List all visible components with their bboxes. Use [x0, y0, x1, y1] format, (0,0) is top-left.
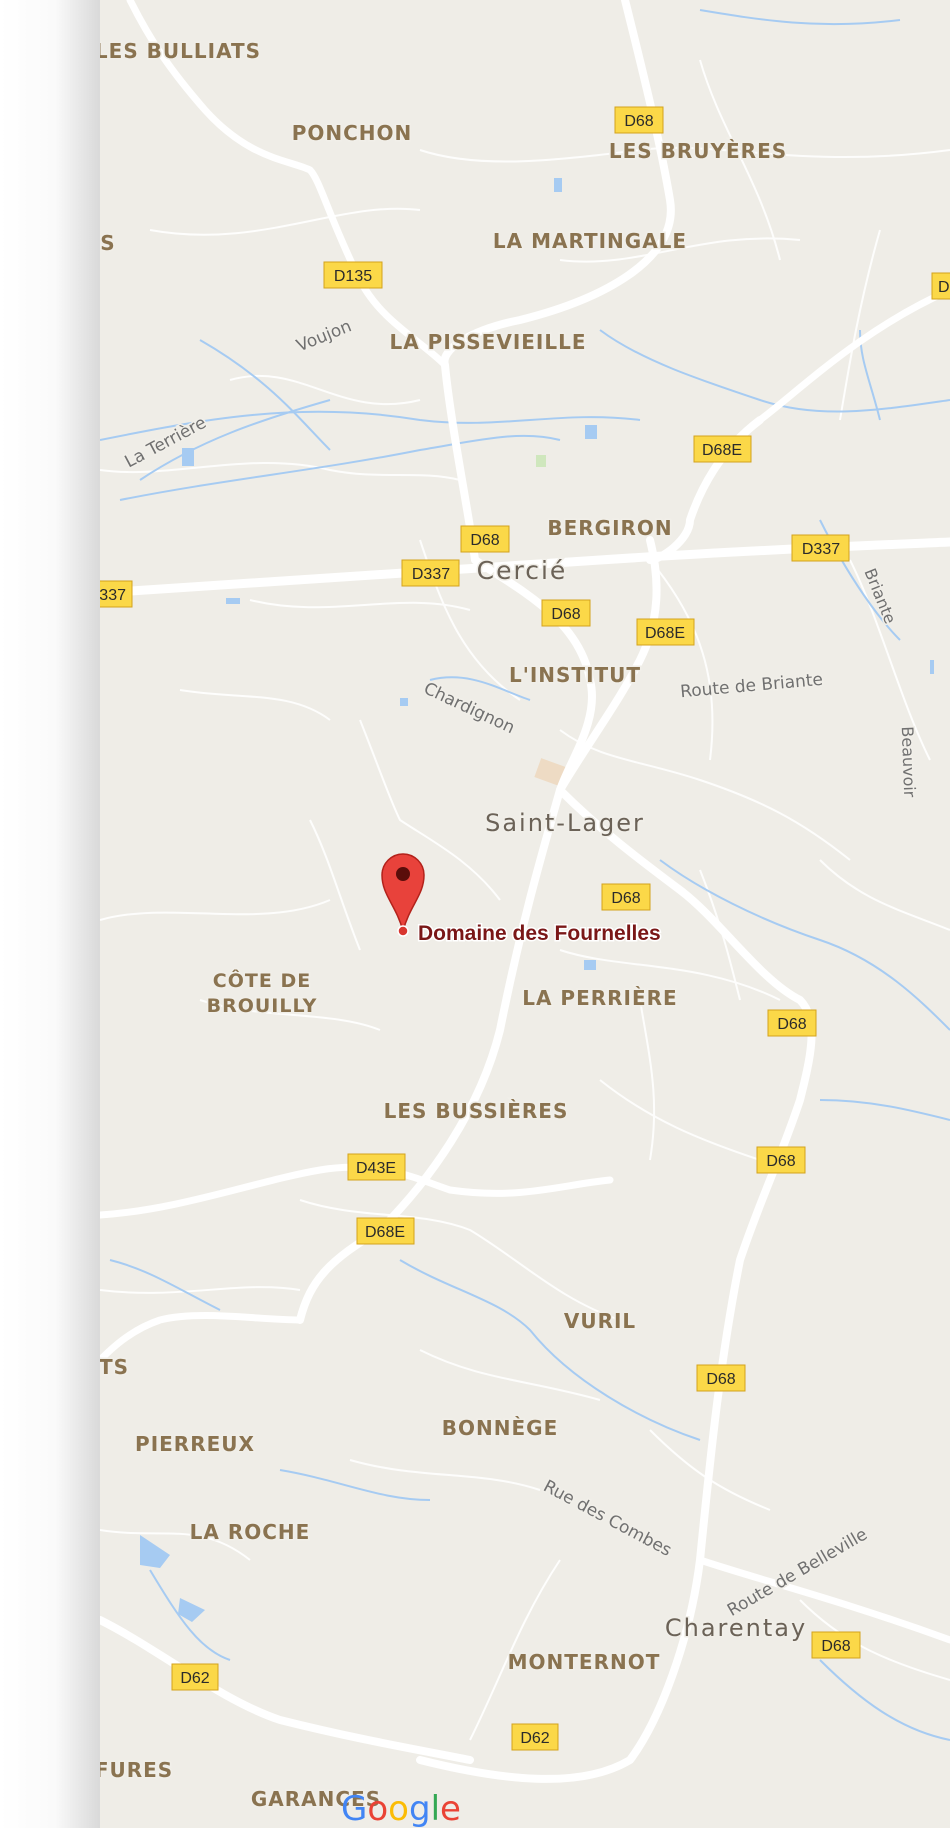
svg-text:D68: D68: [624, 113, 653, 130]
road-shield: D62: [511, 1723, 559, 1751]
svg-text:D68: D68: [551, 606, 580, 623]
place-label: PIERREUX: [135, 1432, 255, 1456]
place-label: FURES: [100, 1758, 173, 1782]
svg-text:D62: D62: [180, 1670, 209, 1687]
place-label: S: [100, 231, 115, 255]
svg-text:D337: D337: [412, 566, 450, 583]
road-shield: D68: [601, 883, 651, 911]
town-label: Saint-Lager: [485, 809, 645, 837]
svg-text:D68: D68: [611, 890, 640, 907]
svg-text:D68: D68: [821, 1638, 850, 1655]
svg-text:D43E: D43E: [356, 1160, 396, 1177]
svg-text:D68: D68: [766, 1153, 795, 1170]
place-label: BONNÈGE: [442, 1416, 558, 1440]
place-label: BERGIRON: [547, 516, 672, 540]
road-shield: D68E: [356, 1217, 415, 1245]
street-label: Beauvoir: [898, 726, 919, 798]
place-label: MONTERNOT: [508, 1650, 661, 1674]
road-shield: D337: [791, 534, 850, 562]
road-shield: D68E: [693, 435, 752, 463]
road-shield: D68: [756, 1146, 806, 1174]
park-patch: [536, 455, 546, 467]
road-shield: D62: [171, 1663, 219, 1691]
place-label: TS: [100, 1355, 129, 1379]
side-panel-shadow: [0, 0, 100, 1828]
road-shield: D68: [696, 1364, 746, 1392]
place-label: BROUILLY: [207, 995, 318, 1017]
svg-text:D68: D68: [470, 532, 499, 549]
google-logo: Google: [341, 1789, 461, 1828]
place-label: LES BRUYÈRES: [609, 139, 787, 163]
place-label: PONCHON: [292, 121, 413, 145]
place-label: CÔTE DE: [213, 968, 311, 992]
svg-text:D62: D62: [520, 1730, 549, 1747]
place-label: LA MARTINGALE: [493, 229, 687, 253]
road-shield: D43E: [347, 1153, 406, 1181]
place-label: LES BUSSIÈRES: [384, 1099, 569, 1123]
road-shield: D68E: [636, 618, 695, 646]
road-shield: D135: [323, 261, 383, 289]
svg-text:D: D: [938, 279, 950, 296]
svg-text:337: 337: [100, 587, 126, 604]
road-shield: D68: [767, 1009, 817, 1037]
place-label: VURIL: [564, 1309, 636, 1333]
svg-text:D135: D135: [334, 268, 372, 285]
road-shield: D68: [460, 525, 510, 553]
road-shield: 337: [100, 580, 133, 608]
road-shield: D68: [541, 599, 591, 627]
place-label: LA PISSEVIEILLE: [389, 330, 586, 354]
marker-label[interactable]: Domaine des Fournelles: [417, 921, 663, 947]
road-shield: D68: [811, 1631, 861, 1659]
place-label: LA PERRIÈRE: [522, 986, 677, 1010]
place-label: L'INSTITUT: [509, 663, 641, 687]
svg-text:D337: D337: [802, 541, 840, 558]
svg-text:D68E: D68E: [645, 625, 685, 642]
road-shield: D: [931, 272, 950, 300]
town-label: Cercié: [477, 556, 568, 585]
svg-text:D68: D68: [777, 1016, 806, 1033]
map-canvas[interactable]: LES BULLIATS PONCHON LES BRUYÈRES LA MAR…: [100, 0, 950, 1828]
road-shield: D68: [614, 106, 664, 134]
svg-text:D68E: D68E: [365, 1224, 405, 1241]
svg-text:D68: D68: [706, 1371, 735, 1388]
svg-text:D68E: D68E: [702, 442, 742, 459]
road-shield: D337: [401, 559, 460, 587]
place-label: LES BULLIATS: [100, 39, 261, 63]
place-label: LA ROCHE: [190, 1520, 311, 1544]
